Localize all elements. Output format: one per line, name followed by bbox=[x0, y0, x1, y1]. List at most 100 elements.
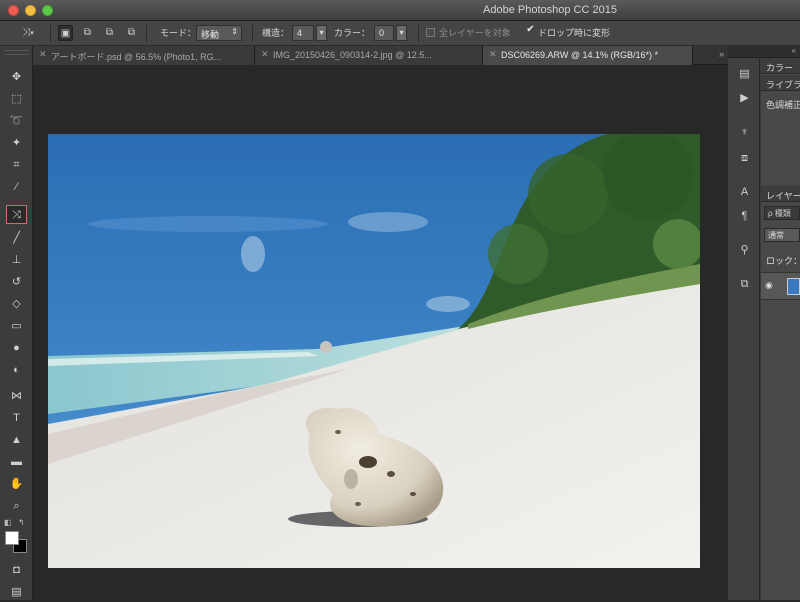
color-field[interactable]: 0 bbox=[374, 25, 394, 41]
new-selection-icon: ▣ bbox=[60, 28, 71, 39]
close-tab-icon[interactable]: ✕ bbox=[489, 49, 497, 60]
add-to-selection-button[interactable]: ⧉ bbox=[80, 25, 95, 41]
brush-tool[interactable]: ╱ bbox=[6, 229, 27, 248]
separator bbox=[418, 25, 419, 42]
layer-thumbnail bbox=[787, 278, 800, 295]
tool-presets-icon[interactable]: ⚲ bbox=[736, 242, 753, 259]
eraser-tool[interactable]: ◇ bbox=[6, 295, 27, 314]
tab-dsc-arw[interactable]: ✕ DSC06269.ARW @ 14.1% (RGB/16*) * bbox=[483, 46, 693, 65]
checkmark-icon: ✔ bbox=[526, 24, 535, 35]
tab-color[interactable]: カラー bbox=[761, 58, 800, 74]
history-brush-tool[interactable]: ↺ bbox=[6, 273, 27, 292]
separator bbox=[146, 25, 147, 42]
history-brush-icon: ↺ bbox=[11, 276, 22, 288]
chevron-updown-icon: ⇕ bbox=[231, 27, 238, 36]
character-icon[interactable]: A bbox=[736, 184, 753, 201]
crop-tool[interactable]: ⌗ bbox=[6, 156, 27, 175]
blur-tool[interactable]: ● bbox=[6, 339, 27, 358]
panels-column: カラー ライブラ 色調補正 レイヤー ρ 種類 通常 ロック： ◉ bbox=[761, 58, 800, 600]
layer-row[interactable]: ◉ bbox=[761, 272, 800, 300]
title-bar: Adobe Photoshop CC 2015 bbox=[0, 0, 800, 21]
clone-source-icon[interactable]: ⧉ bbox=[736, 276, 753, 293]
subtract-selection-icon: ⧉ bbox=[105, 27, 114, 38]
screen-mode-icon: ▤ bbox=[11, 586, 22, 598]
options-bar: ⤨▾ ▣ ⧉ ⧉ ⧉ モード： 移動 ⇕ 構造： 4 ▾ カラー： 0 ▾ 全レイ… bbox=[0, 21, 800, 46]
zoom-icon: ⌕ bbox=[13, 500, 20, 512]
swap-colors-icon[interactable]: ↰ bbox=[18, 518, 25, 527]
pen-tool[interactable]: ⋈ bbox=[6, 387, 27, 406]
paragraph-icon[interactable]: ¶ bbox=[736, 208, 753, 225]
panel-grip[interactable] bbox=[4, 50, 29, 55]
brush-presets-icon[interactable]: ⧈ bbox=[736, 150, 753, 167]
beach-photo bbox=[48, 134, 700, 568]
separator bbox=[50, 25, 51, 42]
zoom-tool[interactable]: ⌕ bbox=[6, 497, 27, 516]
quick-mask-icon: ◘ bbox=[13, 564, 20, 576]
move-icon: ✥ bbox=[11, 71, 22, 83]
structure-field[interactable]: 4 bbox=[292, 25, 314, 41]
history-icon[interactable]: ▤ bbox=[736, 66, 753, 83]
brush-icon: ╱ bbox=[13, 232, 20, 244]
adjustments-label: 色調補正 bbox=[766, 100, 800, 110]
rectangle-icon: ▬ bbox=[11, 456, 22, 468]
mode-label: モード： bbox=[160, 28, 197, 38]
foreground-color-swatch[interactable] bbox=[5, 531, 19, 545]
add-selection-icon: ⧉ bbox=[83, 27, 92, 38]
screen-mode-button[interactable]: ▤ bbox=[6, 583, 27, 602]
color-stepper[interactable]: ▾ bbox=[396, 25, 407, 41]
eye-icon[interactable]: ◉ bbox=[765, 280, 773, 291]
lock-label: ロック： bbox=[766, 256, 800, 266]
tab-artboard[interactable]: ✕ アートボード.psd @ 56.5% (Photo1, RG... bbox=[33, 46, 255, 65]
close-tab-icon[interactable]: ✕ bbox=[261, 49, 269, 60]
content-aware-move-icon: ⤨ bbox=[12, 209, 21, 221]
layer-filter-search[interactable]: ρ 種類 bbox=[764, 206, 800, 220]
tools-panel: ✥ ⬚ ➰ ✦ ⌗ ⁄ ⤨ ╱ ⊥ ↺ ◇ ▭ ● ◐ ⋈ T ▲ ▬ ✋ ⌕ ◧ ↰ ◘ ▤ bbox=[0, 46, 33, 600]
move-tool[interactable]: ✥ bbox=[6, 68, 27, 87]
new-selection-button[interactable]: ▣ bbox=[58, 25, 73, 41]
hand-tool[interactable]: ✋ bbox=[6, 475, 27, 494]
dock-header[interactable]: « bbox=[728, 46, 800, 58]
pen-icon: ⋈ bbox=[11, 390, 22, 402]
collapse-icon[interactable]: « bbox=[792, 46, 796, 55]
intersect-selection-button[interactable]: ⧉ bbox=[124, 25, 139, 41]
marquee-tool[interactable]: ⬚ bbox=[6, 90, 27, 109]
stamp-tool[interactable]: ⊥ bbox=[6, 251, 27, 270]
close-tab-icon[interactable]: ✕ bbox=[39, 49, 47, 60]
path-selection-tool[interactable]: ▲ bbox=[6, 431, 27, 450]
default-colors-icon[interactable]: ◧ bbox=[4, 518, 12, 527]
gradient-tool[interactable]: ▭ bbox=[6, 317, 27, 336]
stamp-icon: ⊥ bbox=[11, 254, 22, 266]
tab-libraries[interactable]: ライブラ bbox=[761, 75, 800, 91]
gradient-icon: ▭ bbox=[11, 320, 22, 332]
brush-settings-icon[interactable]: ♆ bbox=[736, 124, 753, 141]
tab-layers[interactable]: レイヤー bbox=[761, 186, 800, 202]
type-tool[interactable]: T bbox=[6, 409, 27, 428]
tab-overflow-icon[interactable]: » bbox=[719, 49, 724, 59]
rectangle-tool[interactable]: ▬ bbox=[6, 453, 27, 472]
panel-icon-strip: ▤ ▶ ♆ ⧈ A ¶ ⚲ ⧉ bbox=[728, 58, 760, 600]
tab-img-jpg[interactable]: ✕ IMG_20150426_090314-2.jpg @ 12.5... bbox=[255, 46, 483, 65]
eraser-icon: ◇ bbox=[12, 298, 21, 310]
chevron-down-icon: ▾ bbox=[30, 30, 34, 37]
magic-wand-tool[interactable]: ✦ bbox=[6, 134, 27, 153]
window-title: Adobe Photoshop CC 2015 bbox=[483, 4, 617, 16]
structure-stepper[interactable]: ▾ bbox=[316, 25, 327, 41]
chevron-down-icon: ▾ bbox=[319, 28, 324, 37]
tab-label: アートボード.psd @ 56.5% (Photo1, RG... bbox=[51, 52, 222, 62]
lasso-tool[interactable]: ➰ bbox=[6, 112, 27, 131]
marquee-icon: ⬚ bbox=[11, 93, 22, 105]
actions-play-icon[interactable]: ▶ bbox=[736, 90, 753, 107]
transform-on-drop-label: ドロップ時に変形 bbox=[538, 28, 611, 38]
subtract-selection-button[interactable]: ⧉ bbox=[102, 25, 117, 41]
eyedropper-tool[interactable]: ⁄ bbox=[6, 178, 27, 197]
content-aware-move-tool[interactable]: ⤨ bbox=[6, 205, 27, 224]
blend-mode-select[interactable]: 通常 bbox=[764, 228, 800, 242]
tool-preset-picker[interactable]: ⤨▾ bbox=[16, 25, 40, 41]
type-icon: T bbox=[13, 412, 20, 424]
quick-mask-button[interactable]: ◘ bbox=[6, 561, 27, 580]
document-canvas[interactable] bbox=[48, 134, 700, 568]
mode-select[interactable]: 移動 ⇕ bbox=[196, 25, 242, 41]
transform-on-drop-checkbox[interactable]: ✔ bbox=[526, 24, 535, 35]
dodge-tool[interactable]: ◐ bbox=[6, 361, 27, 380]
sample-all-layers-checkbox[interactable] bbox=[426, 28, 435, 37]
